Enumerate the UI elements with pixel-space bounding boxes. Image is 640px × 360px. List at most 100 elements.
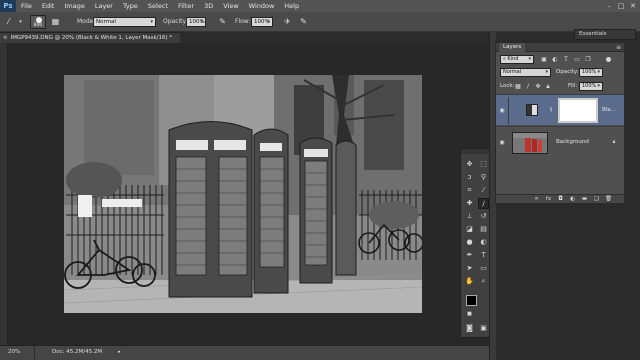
layers-panel-footer: ∞ fx ◘ ◐ ▬ ❑ 🗑︎ [496, 194, 624, 203]
foreground-color-swatch[interactable] [466, 295, 477, 306]
mode-select[interactable]: Normal [93, 17, 156, 27]
thumb-phonebox-2 [532, 139, 537, 152]
menu-type[interactable]: Type [118, 0, 143, 12]
filter-smart-object-icon[interactable]: ❐ [584, 55, 592, 64]
layers-opacity-field[interactable]: 100% [579, 68, 603, 77]
airbrush-icon[interactable]: ✈ [282, 17, 293, 27]
layer-divider [508, 97, 509, 124]
new-layer-icon[interactable]: ❑ [592, 195, 601, 204]
brush-preset-picker[interactable]: 800 [30, 15, 46, 29]
fill-label: Fill: [568, 83, 578, 89]
menu-image[interactable]: Image [59, 0, 89, 12]
quick-mask-icon[interactable]: ◙ [464, 323, 475, 334]
document-tab[interactable]: ⊗ IMGP9439.DNG @ 20% (Black & White 1, La… [0, 32, 180, 43]
status-divider [34, 346, 35, 360]
status-menu-arrow-icon[interactable]: ▸ [118, 349, 121, 355]
filter-pixel-icon[interactable]: ▣ [540, 55, 548, 64]
eyedropper-tool-icon[interactable]: ⁄ [478, 185, 489, 196]
minimize-button[interactable]: – [604, 1, 614, 11]
layer-filter-kind[interactable]: ⌕ Kind [500, 55, 534, 64]
lock-transparent-icon[interactable]: ▦ [514, 82, 522, 91]
menu-select[interactable]: Select [143, 0, 173, 12]
thumb-phonebox-3 [538, 140, 542, 152]
new-group-icon[interactable]: ▬ [580, 195, 589, 204]
menu-window[interactable]: Window [244, 0, 280, 12]
maximize-button[interactable]: □ [616, 1, 626, 11]
shape-tool-icon[interactable]: ▭ [478, 263, 489, 274]
menu-view[interactable]: View [218, 0, 243, 12]
layer-row-background[interactable]: ◉ Background 🔒︎ [496, 126, 624, 157]
default-colors-icon[interactable]: ■ [464, 309, 475, 320]
brush-size-label: 800 [33, 23, 43, 28]
marquee-tool-icon[interactable]: ⬚ [478, 159, 489, 170]
mask-link-icon[interactable]: § [547, 106, 555, 115]
visibility-eye-icon[interactable]: ◉ [498, 138, 506, 147]
menu-3d[interactable]: 3D [199, 0, 218, 12]
flow-field[interactable]: 100% [251, 17, 273, 27]
fill-field[interactable]: 100% [579, 82, 603, 91]
gradient-tool-icon[interactable]: ▤ [478, 224, 489, 235]
layer-name-black-white: Bla... [602, 107, 616, 113]
menu-help[interactable]: Help [279, 0, 304, 12]
filter-shape-icon[interactable]: ▭ [573, 55, 581, 64]
workspace-switcher[interactable]: Essentials [574, 29, 636, 40]
healing-brush-tool-icon[interactable]: ✚ [464, 198, 475, 209]
menu-layer[interactable]: Layer [90, 0, 118, 12]
left-panel-strip [0, 43, 8, 345]
lock-position-icon[interactable]: ✥ [534, 82, 542, 91]
screen-mode-icon[interactable]: ▣ [478, 323, 489, 334]
path-selection-tool-icon[interactable]: ➤ [464, 263, 475, 274]
panel-menu-icon[interactable]: ≡ [616, 43, 621, 52]
dropdown-arrow-icon[interactable]: ▾ [15, 17, 26, 27]
zoom-level[interactable]: 20% [8, 349, 20, 355]
pen-tool-icon[interactable]: ✒ [464, 250, 475, 261]
flow-value: 100% [254, 19, 270, 25]
crop-tool-icon[interactable]: ⌗ [464, 185, 475, 196]
pressure-size-icon[interactable]: ✎ [298, 17, 309, 27]
layer-mask-thumbnail[interactable] [558, 98, 598, 123]
eraser-tool-icon[interactable]: ◪ [464, 224, 475, 235]
opacity-field[interactable]: 100% [186, 17, 206, 27]
type-tool-icon[interactable]: T [478, 250, 489, 261]
menu-edit[interactable]: Edit [37, 0, 60, 12]
lasso-tool-icon[interactable]: ↄ [464, 172, 475, 183]
zoom-tool-icon[interactable]: ⌕ [478, 276, 489, 287]
menu-filter[interactable]: Filter [173, 0, 199, 12]
tools-panel-header[interactable] [461, 149, 492, 154]
brush-tool-icon-active[interactable]: ∕ [478, 198, 489, 209]
layer-style-icon[interactable]: fx [544, 195, 553, 204]
clone-stamp-tool-icon[interactable]: ⊥ [464, 211, 475, 222]
pressure-opacity-icon[interactable]: ✎ [217, 17, 228, 27]
brush-tool-icon[interactable]: ⁄ [3, 17, 14, 27]
document-title: IMGP9439.DNG @ 20% (Black & White 1, Lay… [10, 35, 173, 41]
workspace-value: Essentials [579, 31, 607, 37]
menu-bar: Ps File Edit Image Layer Type Select Fil… [0, 0, 640, 12]
layer-row-black-white[interactable]: ◉ § Bla... [496, 94, 624, 125]
dodge-tool-icon[interactable]: ◐ [478, 237, 489, 248]
quick-select-tool-icon[interactable]: ⚲ [478, 172, 489, 183]
brush-panel-icon[interactable]: ▦ [50, 17, 61, 27]
delete-layer-icon[interactable]: 🗑︎ [604, 195, 613, 204]
flow-label: Flow: [235, 18, 251, 25]
close-button[interactable]: ✕ [628, 1, 638, 11]
filter-type-icon[interactable]: T [562, 55, 570, 64]
new-adjustment-icon[interactable]: ◐ [568, 195, 577, 204]
hand-tool-icon[interactable]: ✋ [464, 276, 475, 287]
move-tool-icon[interactable]: ✥ [464, 159, 475, 170]
add-mask-icon[interactable]: ◘ [556, 195, 565, 204]
blur-tool-icon[interactable]: ● [464, 237, 475, 248]
lock-all-icon[interactable]: 🔒︎ [544, 82, 552, 91]
layer-name-background: Background [556, 139, 589, 145]
history-brush-tool-icon[interactable]: ↺ [478, 211, 489, 222]
filter-toggle[interactable] [606, 57, 611, 62]
layers-tab[interactable]: Layers [499, 43, 526, 52]
thumb-phonebox-1 [525, 138, 531, 152]
document-image[interactable] [64, 75, 422, 313]
filter-adjustment-icon[interactable]: ◐ [551, 55, 559, 64]
visibility-eye-icon[interactable]: ◉ [498, 106, 506, 115]
lock-image-icon[interactable]: ∕ [524, 82, 532, 91]
close-tab-icon[interactable]: ⊗ [3, 35, 8, 41]
link-layers-icon[interactable]: ∞ [532, 195, 541, 204]
blend-mode-select[interactable]: Normal [500, 68, 551, 77]
menu-file[interactable]: File [16, 0, 37, 12]
